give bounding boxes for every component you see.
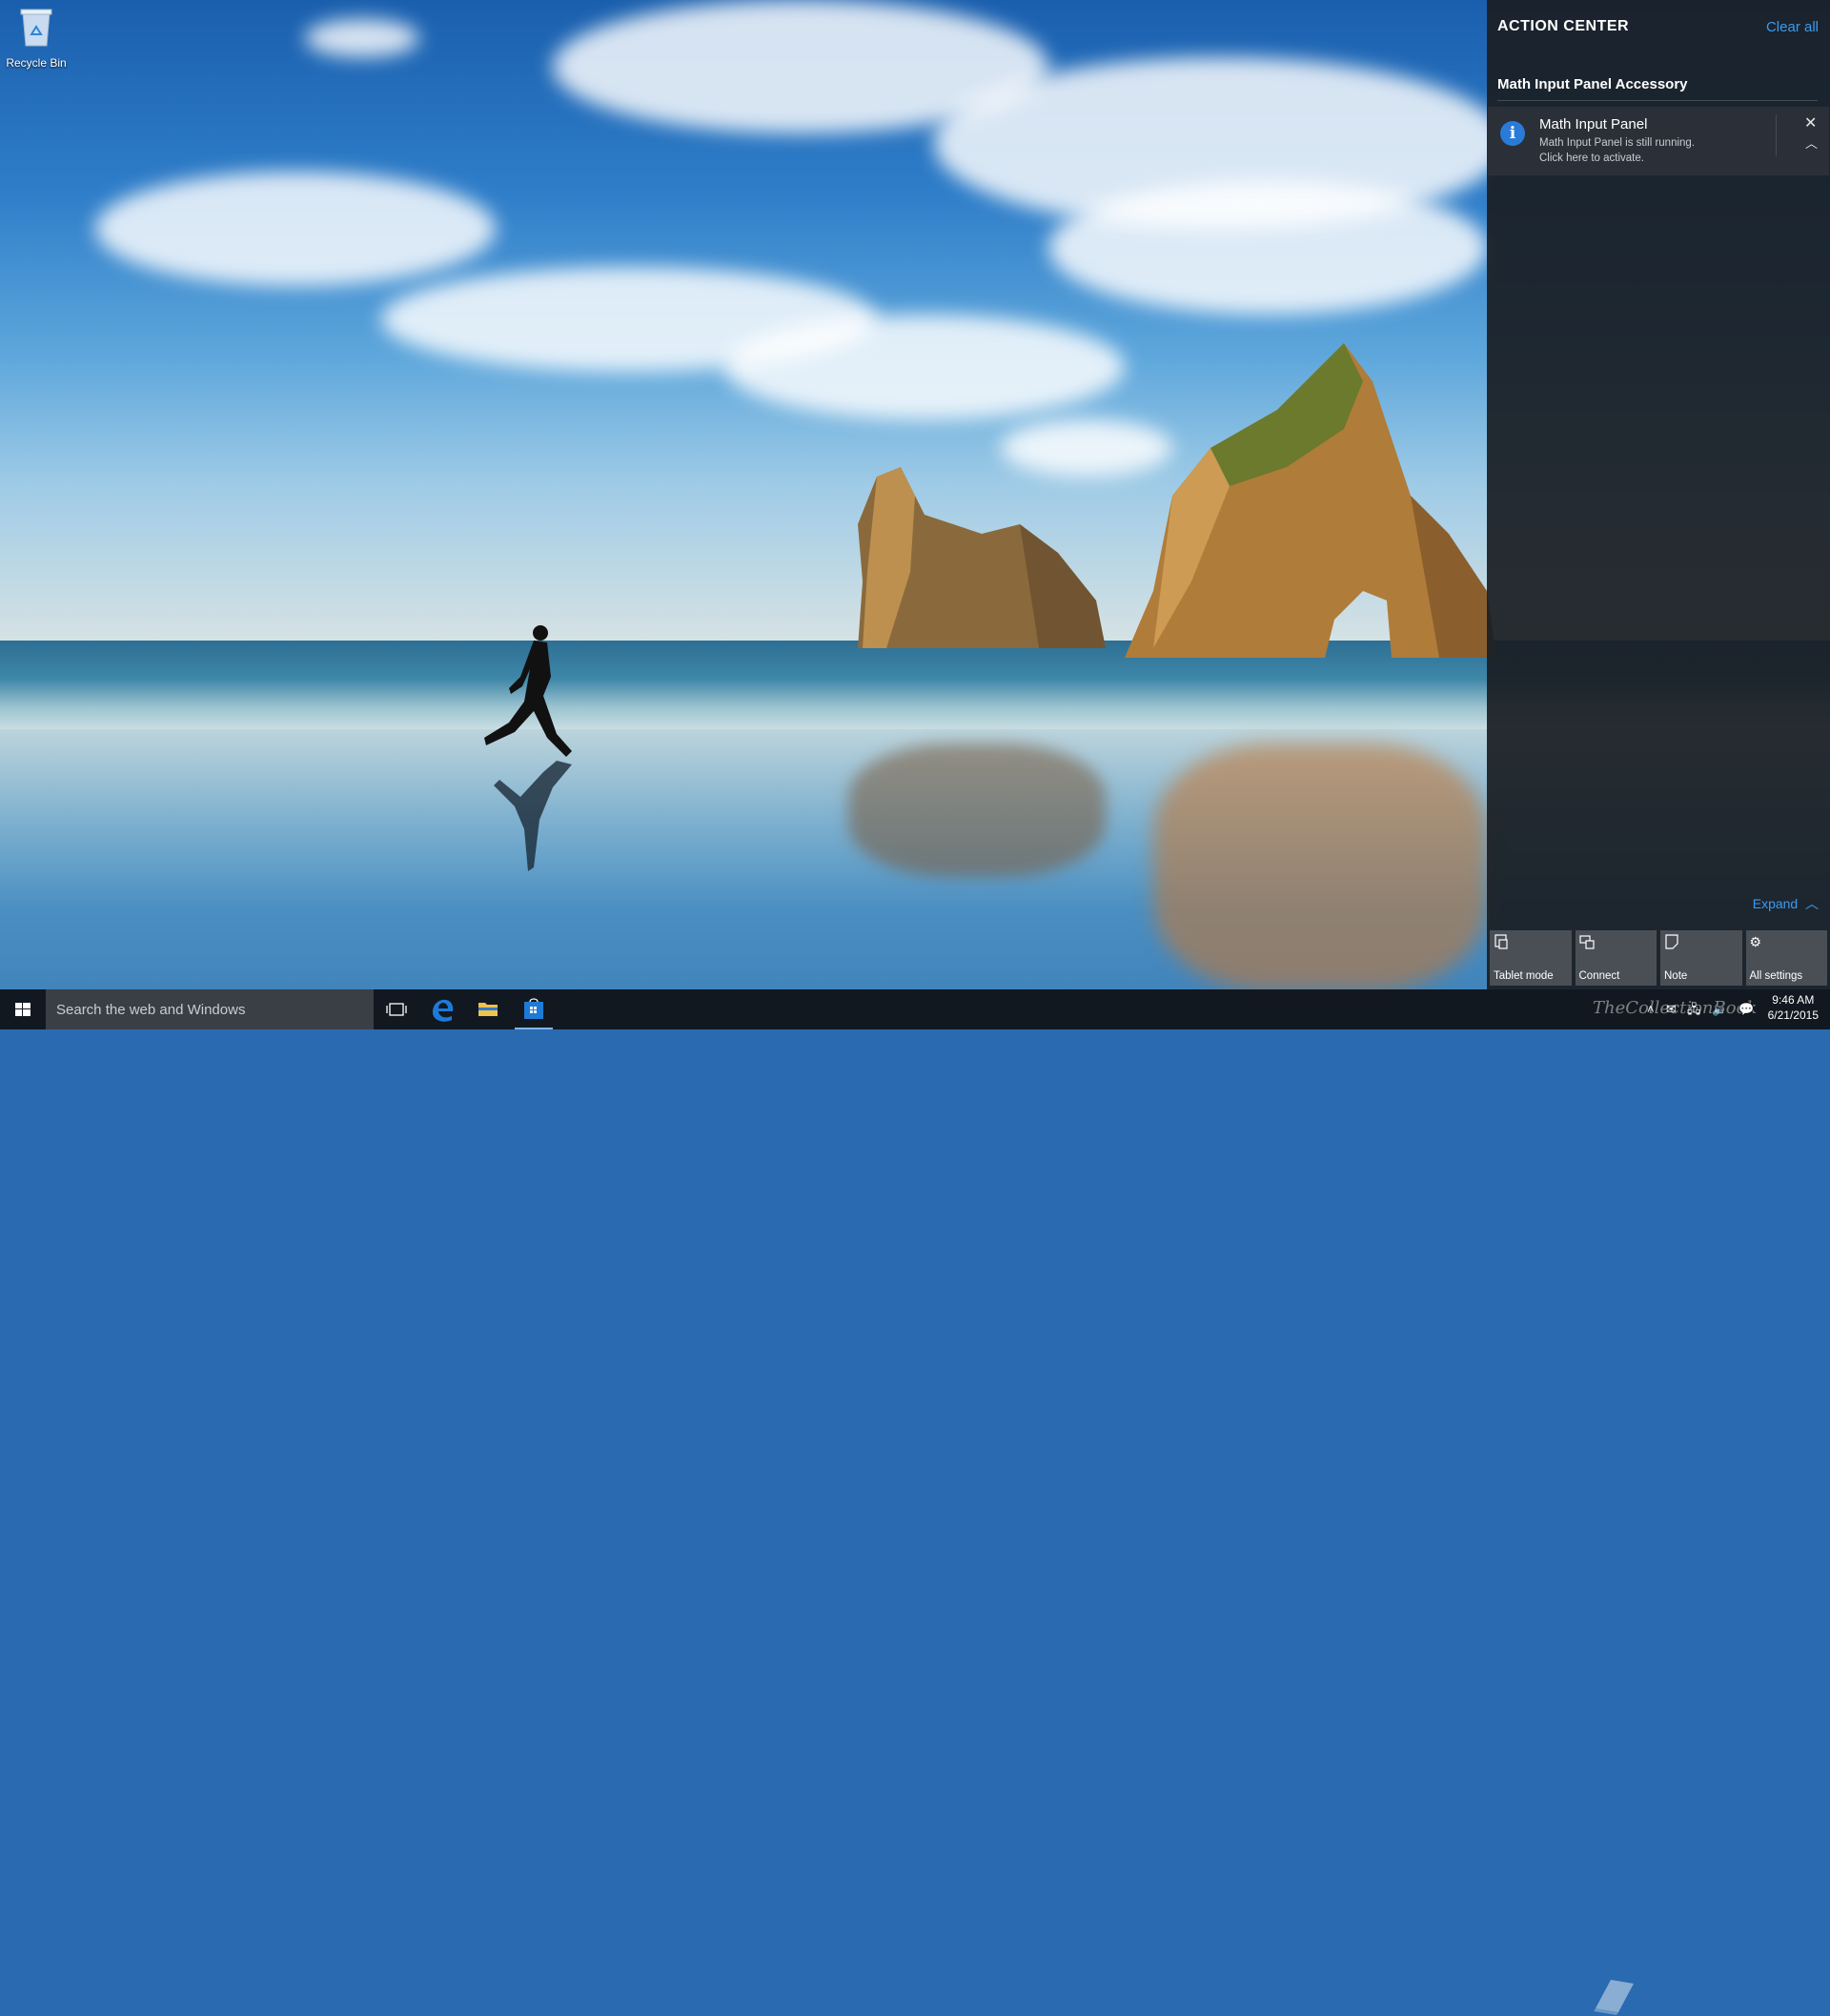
wallpaper-cloud (724, 315, 1125, 419)
action-center-title: ACTION CENTER (1497, 18, 1630, 34)
note-label: Note (1664, 970, 1688, 982)
search-placeholder: Search the web and Windows (56, 1002, 246, 1018)
note-icon (1665, 934, 1678, 949)
chevron-up-icon[interactable]: ︿ (1805, 133, 1818, 152)
mail-icon[interactable]: ✉ (1666, 989, 1677, 1029)
network-icon[interactable]: 🖧 (1687, 989, 1701, 1029)
recycle-bin-icon (20, 9, 52, 47)
notification-card[interactable]: i Math Input Panel Math Input Panel is s… (1488, 107, 1829, 175)
start-button[interactable] (0, 989, 46, 1029)
tablet-mode-label: Tablet mode (1494, 970, 1554, 982)
tablet-mode-icon (1494, 934, 1508, 949)
gear-icon: ⚙ (1749, 934, 1762, 949)
store-icon (524, 998, 543, 1019)
notification-body: Click here to activate. (1539, 153, 1644, 164)
expand-link[interactable]: Expand ︿ (1753, 894, 1819, 913)
close-icon[interactable]: ✕ (1804, 113, 1817, 132)
tablet-mode-button[interactable]: Tablet mode (1490, 930, 1572, 986)
chevron-up-icon: ︿ (1801, 896, 1819, 911)
action-center-panel: ACTION CENTER Clear all Math Input Panel… (1487, 0, 1830, 989)
wallpaper-reflection (848, 743, 1106, 877)
action-center-icon[interactable]: 💬 (1738, 989, 1754, 1029)
windows-logo-icon (15, 1003, 30, 1016)
edge-icon (433, 999, 454, 1022)
note-button[interactable]: Note (1660, 930, 1742, 986)
wallpaper-rock-left (858, 467, 1106, 648)
search-input[interactable]: Search the web and Windows (46, 989, 374, 1029)
connect-label: Connect (1578, 970, 1620, 982)
wallpaper-cloud (305, 19, 419, 57)
notification-body: Math Input Panel is still running. (1539, 137, 1696, 149)
info-icon: i (1500, 121, 1525, 146)
clock-date: 6/21/2015 (1767, 1008, 1819, 1022)
task-view-icon (386, 1003, 407, 1016)
chevron-up-icon[interactable]: ˄ (1647, 989, 1655, 1029)
expand-label: Expand (1752, 896, 1799, 911)
all-settings-button[interactable]: ⚙ All settings (1745, 930, 1827, 986)
file-explorer-button[interactable] (465, 989, 511, 1029)
clock[interactable]: 9:46 AM 6/21/2015 (1768, 993, 1819, 1022)
notification-group-title: Math Input Panel Accessory (1497, 76, 1818, 101)
wallpaper-rock-arch (1125, 343, 1496, 658)
connect-icon (1578, 935, 1595, 949)
edge-button[interactable] (419, 989, 465, 1029)
store-button[interactable] (511, 989, 557, 1029)
recycle-bin-shortcut[interactable]: Recycle Bin (6, 6, 67, 70)
wallpaper-cloud (95, 172, 496, 286)
folder-icon (478, 1003, 498, 1016)
all-settings-label: All settings (1749, 970, 1803, 982)
notification-divider (1776, 114, 1777, 156)
wallpaper-reflection (1153, 743, 1487, 991)
clock-time: 9:46 AM (1772, 993, 1815, 1007)
book-logo-icon (1594, 1980, 1634, 2015)
wallpaper-cloud (1048, 181, 1487, 315)
taskbar: Search the web and Windows TheCollection… (0, 989, 1830, 2015)
clear-all-link[interactable]: Clear all (1766, 19, 1819, 35)
task-view-button[interactable] (374, 989, 419, 1029)
notification-title: Math Input Panel (1539, 116, 1648, 132)
wallpaper-runner (484, 625, 572, 871)
recycle-bin-label: Recycle Bin (6, 56, 67, 70)
volume-icon[interactable]: 🔈 (1712, 989, 1727, 1029)
quick-actions-bar: Tablet mode Connect Note ⚙ All settings (1490, 930, 1827, 986)
connect-button[interactable]: Connect (1575, 930, 1657, 986)
